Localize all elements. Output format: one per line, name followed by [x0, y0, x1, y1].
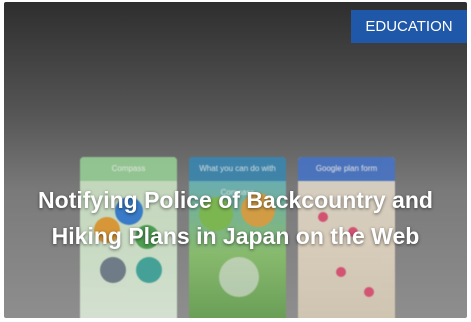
app-header: What you can do with Compass — [189, 157, 286, 197]
article-card[interactable]: Compass What you can do with Compass Goo… — [4, 2, 467, 318]
article-title[interactable]: Notifying Police of Backcountry and Hiki… — [4, 182, 467, 254]
app-header: Compass — [80, 157, 177, 181]
app-header: Google plan form — [298, 157, 395, 181]
category-badge[interactable]: EDUCATION — [351, 10, 467, 43]
